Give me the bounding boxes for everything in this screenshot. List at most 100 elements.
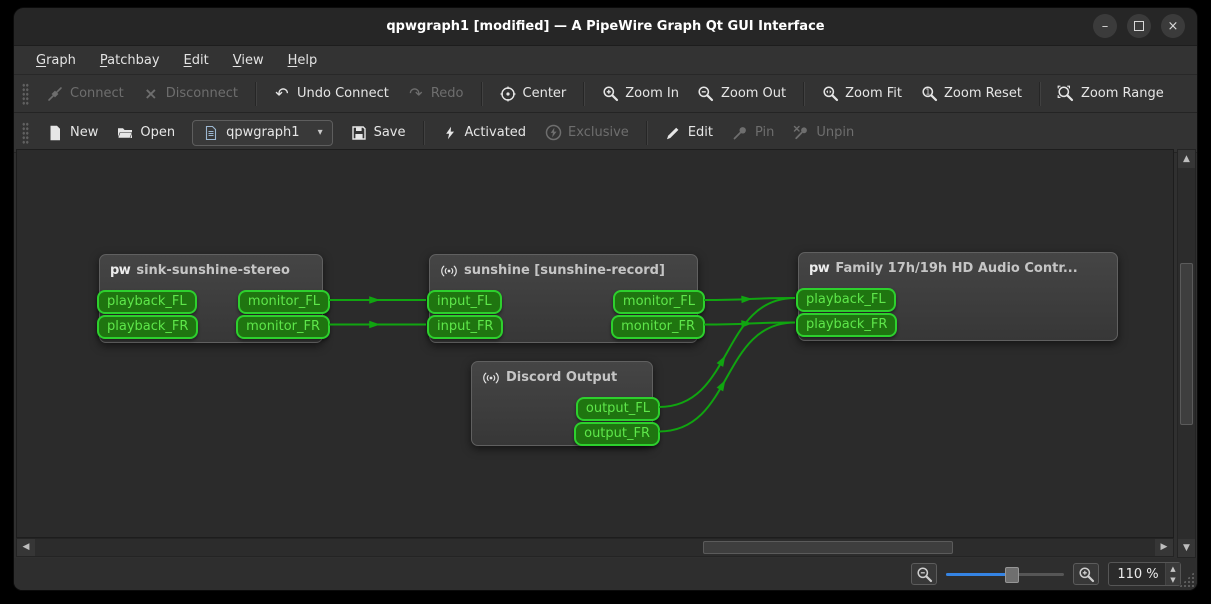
app-window: qpwgraph1 [modified] — A PipeWire Graph … xyxy=(14,8,1197,590)
connection-monitor_FR-to-playback_FR[interactable] xyxy=(704,323,795,325)
center-button-label: Center xyxy=(523,86,567,101)
menu-item-patchbay[interactable]: Patchbay xyxy=(90,50,170,71)
toolbar-separator xyxy=(481,82,482,106)
connection-monitor_FL-to-playback_FL[interactable] xyxy=(704,298,795,300)
menu-item-edit[interactable]: Edit xyxy=(174,50,219,71)
port-output_FL[interactable]: output_FL xyxy=(576,397,660,421)
spin-up-button[interactable]: ▲ xyxy=(1166,563,1180,574)
scroll-right-button[interactable]: ▶ xyxy=(1155,539,1173,556)
zoom-in-icon xyxy=(601,85,619,103)
open-button[interactable]: Open xyxy=(107,120,184,146)
broadcast-icon xyxy=(482,371,500,385)
activated-button-label: Activated xyxy=(465,125,527,140)
session-combo[interactable]: qpwgraph1▾ xyxy=(192,120,333,146)
scroll-left-button[interactable]: ◀ xyxy=(17,539,35,556)
zoom-slider-fill xyxy=(946,573,1011,576)
toolbar-drag-handle[interactable] xyxy=(22,122,29,144)
zoom-reset-icon: 1 xyxy=(920,85,938,103)
horizontal-scrollbar-handle[interactable] xyxy=(703,541,953,554)
port-monitor_FR[interactable]: monitor_FR xyxy=(236,315,330,339)
new-button[interactable]: New xyxy=(37,120,107,146)
port-playback_FL[interactable]: playback_FL xyxy=(796,288,896,312)
session-combo-label: qpwgraph1 xyxy=(226,125,299,140)
pin-icon xyxy=(731,124,749,142)
zoom-spinbox[interactable]: 110 % ▲ ▼ xyxy=(1108,562,1181,586)
horizontal-scrollbar[interactable]: ◀ ▶ xyxy=(16,538,1174,557)
menu-item-graph[interactable]: Graph xyxy=(26,50,86,71)
doc-icon xyxy=(202,124,220,142)
zoom-in-small-button[interactable] xyxy=(1073,563,1099,585)
patchbay-canvas[interactable]: pwsink-sunshine-stereoplayback_FLplaybac… xyxy=(16,149,1174,538)
desktop: qpwgraph1 [modified] — A PipeWire Graph … xyxy=(0,0,1211,604)
port-input_FL[interactable]: input_FL xyxy=(427,290,502,314)
connect-icon xyxy=(46,85,64,103)
undo-connect-button[interactable]: ↶Undo Connect xyxy=(264,81,398,107)
exclusive-icon xyxy=(544,124,562,142)
title-bar[interactable]: qpwgraph1 [modified] — A PipeWire Graph … xyxy=(14,8,1197,46)
zoom-out-small-button[interactable] xyxy=(911,563,937,585)
zoom-reset-button[interactable]: 1Zoom Reset xyxy=(911,81,1031,107)
open-button-label: Open xyxy=(140,125,175,140)
broadcast-icon xyxy=(440,264,458,278)
scroll-down-button[interactable]: ▼ xyxy=(1178,539,1195,557)
zoom-in-icon xyxy=(1077,565,1095,583)
menu-item-help[interactable]: Help xyxy=(278,50,328,71)
zoom-fit-button[interactable]: Zoom Fit xyxy=(812,81,911,107)
port-playback_FL[interactable]: playback_FL xyxy=(97,290,197,314)
port-monitor_FL[interactable]: monitor_FL xyxy=(238,290,330,314)
unpin-button: Unpin xyxy=(783,120,863,146)
port-monitor_FL[interactable]: monitor_FL xyxy=(613,290,705,314)
minimize-button[interactable]: – xyxy=(1093,14,1117,38)
connect-button: Connect xyxy=(37,81,133,107)
zoom-range-button-label: Zoom Range xyxy=(1081,86,1164,101)
port-output_FR[interactable]: output_FR xyxy=(574,422,660,446)
vertical-scrollbar-handle[interactable] xyxy=(1180,263,1193,425)
zoom-slider-handle[interactable] xyxy=(1005,567,1019,583)
maximize-button[interactable] xyxy=(1127,14,1151,38)
close-icon: × xyxy=(1168,20,1179,33)
edit-button[interactable]: Edit xyxy=(655,120,722,146)
arrow-left-icon: ◀ xyxy=(23,543,30,552)
graph-toolbar: Connect×Disconnect↶Undo Connect↷RedoCent… xyxy=(14,75,1197,113)
zoom-fit-icon xyxy=(821,85,839,103)
graph-node-family-audio[interactable]: pwFamily 17h/19h HD Audio Contr...playba… xyxy=(798,252,1118,341)
port-input_FR[interactable]: input_FR xyxy=(427,315,503,339)
disconnect-icon: × xyxy=(142,85,160,103)
toolbar-separator xyxy=(583,82,584,106)
save-button[interactable]: Save xyxy=(341,120,415,146)
zoom-fit-button-label: Zoom Fit xyxy=(845,86,902,101)
menu-item-view[interactable]: View xyxy=(223,50,274,71)
port-playback_FR[interactable]: playback_FR xyxy=(97,315,198,339)
node-title: pwsink-sunshine-stereo xyxy=(100,255,322,278)
spin-down-button[interactable]: ▼ xyxy=(1166,574,1180,585)
svg-text:1: 1 xyxy=(925,87,930,96)
graph-node-sink-sunshine-stereo[interactable]: pwsink-sunshine-stereo playback_FLplaybac… xyxy=(99,254,323,343)
zoom-slider[interactable] xyxy=(946,566,1064,582)
node-title: sunshine [sunshine-record] xyxy=(430,255,697,278)
edit-button-label: Edit xyxy=(688,125,713,140)
node-title: Discord Output xyxy=(472,362,652,385)
vertical-scrollbar[interactable]: ▲ ▼ xyxy=(1177,149,1196,558)
toolbar-drag-handle[interactable] xyxy=(22,83,29,105)
graph-node-discord-output[interactable]: Discord Outputoutput_FLoutput_FR xyxy=(471,361,653,446)
close-button[interactable]: × xyxy=(1161,14,1185,38)
zoom-out-icon xyxy=(697,85,715,103)
redo-icon: ↷ xyxy=(407,85,425,103)
zoom-range-button[interactable]: Zoom Range xyxy=(1048,81,1173,107)
connection-arrow-icon xyxy=(741,296,752,304)
port-monitor_FR[interactable]: monitor_FR xyxy=(611,315,705,339)
file-toolbar: NewOpenqpwgraph1▾SaveActivatedExclusiveE… xyxy=(14,113,1197,153)
resize-grip[interactable] xyxy=(1179,572,1194,587)
graph-node-sunshine[interactable]: sunshine [sunshine-record] input_FLinput_… xyxy=(429,254,698,343)
arrow-up-icon: ▲ xyxy=(1183,155,1190,164)
port-playback_FR[interactable]: playback_FR xyxy=(796,313,897,337)
redo-button-label: Redo xyxy=(431,86,464,101)
scroll-up-button[interactable]: ▲ xyxy=(1178,150,1195,168)
save-button-label: Save xyxy=(374,125,406,140)
center-button[interactable]: Center xyxy=(490,81,576,107)
connection-arrow-icon xyxy=(741,320,752,328)
zoom-in-button[interactable]: Zoom In xyxy=(592,81,688,107)
zoom-out-button[interactable]: Zoom Out xyxy=(688,81,795,107)
activated-button[interactable]: Activated xyxy=(432,120,536,146)
connection-arrow-icon xyxy=(717,355,726,366)
